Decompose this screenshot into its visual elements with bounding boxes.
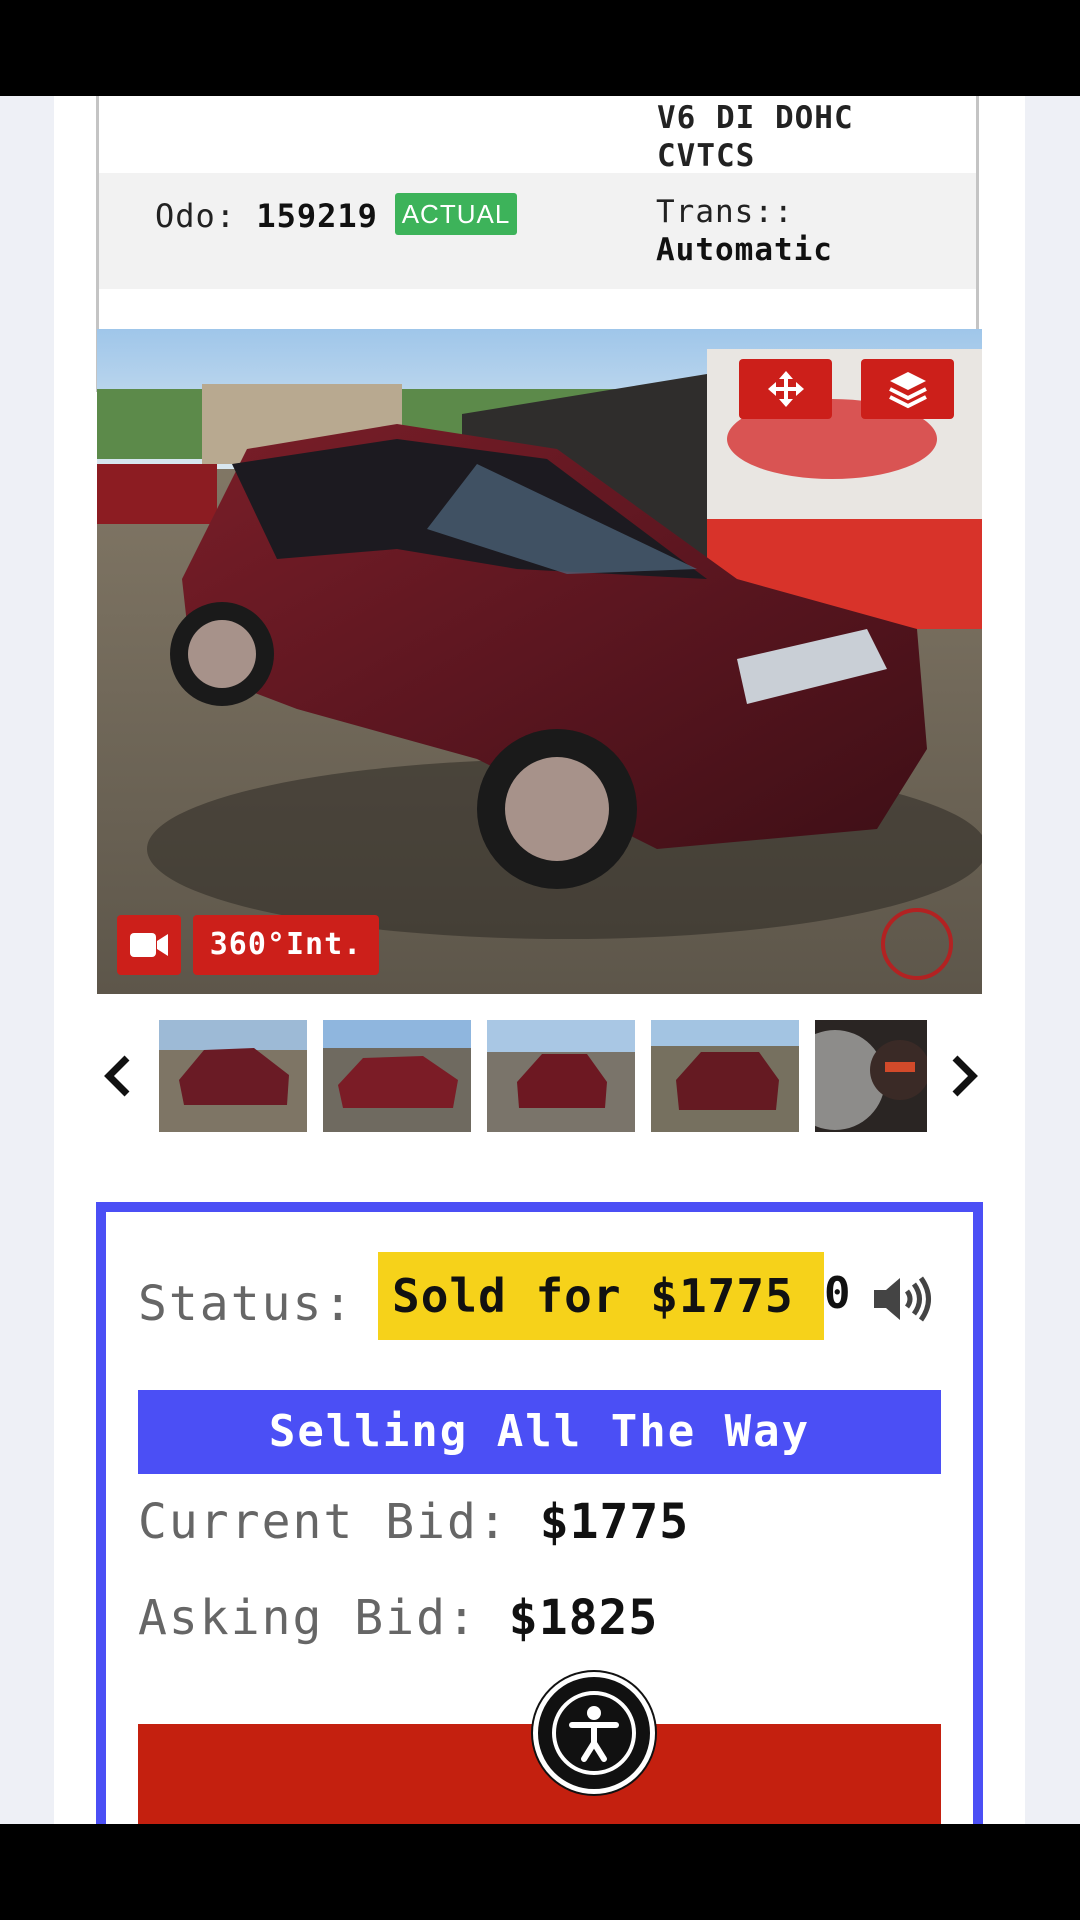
move-arrows-icon — [767, 371, 804, 407]
thumbnail-image — [323, 1020, 471, 1132]
thumbnail-image — [487, 1020, 635, 1132]
engine-line-2: CVTCS — [657, 138, 756, 174]
selling-all-the-way-banner: Selling All The Way — [138, 1390, 941, 1474]
vehicle-main-photo[interactable]: 360°Int. — [97, 329, 982, 994]
engine-line-1: V6 DI DOHC — [657, 100, 854, 136]
interior-360-button[interactable]: 360°Int. — [193, 915, 379, 975]
thumbnail[interactable] — [159, 1020, 307, 1132]
status-overflow-digit: 0 — [824, 1268, 851, 1319]
thumbnail[interactable] — [487, 1020, 635, 1132]
video-button[interactable] — [117, 915, 181, 975]
vehicle-photo-illustration — [97, 329, 982, 994]
current-bid-value: $1775 — [539, 1494, 690, 1550]
thumbnail-prev-button[interactable] — [97, 1046, 137, 1106]
current-bid: Current Bid: $1775 — [138, 1494, 689, 1550]
thumbnail-image — [651, 1020, 799, 1132]
system-navigation-bar — [0, 1824, 1080, 1920]
odometer: Odo: 159219 — [155, 197, 378, 235]
trans-label: Trans:: — [656, 194, 794, 230]
trans-value: Automatic — [656, 232, 833, 268]
status-label: Status: — [138, 1276, 355, 1332]
thumbnail-strip — [97, 1020, 982, 1134]
odo-label: Odo: — [155, 197, 237, 235]
system-status-bar — [0, 0, 1080, 96]
sold-status-highlight: Sold for $1775 — [378, 1252, 824, 1340]
asking-bid-value: $1825 — [508, 1590, 659, 1646]
accessibility-icon — [552, 1691, 636, 1775]
layers-icon — [888, 372, 927, 409]
engine-value: V6 DI DOHC CVTCS — [657, 99, 854, 175]
thumbnail[interactable] — [815, 1020, 927, 1132]
content-column: V6 DI DOHC CVTCS Odo: 159219 ACTUAL Tran… — [54, 96, 1025, 1824]
move-arrows-button[interactable] — [739, 359, 832, 419]
accessibility-button[interactable] — [533, 1672, 655, 1794]
asking-bid-label: Asking Bid: — [138, 1590, 478, 1646]
video-camera-icon — [130, 933, 168, 957]
thumbnail[interactable] — [651, 1020, 799, 1132]
current-bid-label: Current Bid: — [138, 1494, 509, 1550]
layers-button[interactable] — [861, 359, 954, 419]
thumbnail[interactable] — [323, 1020, 471, 1132]
odo-value: 159219 — [256, 197, 378, 235]
thumbnail-next-button[interactable] — [945, 1046, 985, 1106]
thumbnail-image — [815, 1020, 927, 1132]
spec-row-odo-trans: Odo: 159219 ACTUAL Trans:: Automatic — [99, 173, 976, 289]
speaker-button[interactable] — [872, 1274, 932, 1328]
speaker-icon — [874, 1276, 931, 1322]
thumbnail-image — [159, 1020, 307, 1132]
transmission: Trans:: Automatic — [656, 193, 833, 269]
chevron-left-icon — [104, 1055, 130, 1097]
odo-actual-badge: ACTUAL — [395, 193, 517, 235]
chevron-right-icon — [952, 1055, 978, 1097]
asking-bid: Asking Bid: $1825 — [138, 1590, 658, 1646]
page: V6 DI DOHC CVTCS Odo: 159219 ACTUAL Tran… — [0, 96, 1080, 1824]
